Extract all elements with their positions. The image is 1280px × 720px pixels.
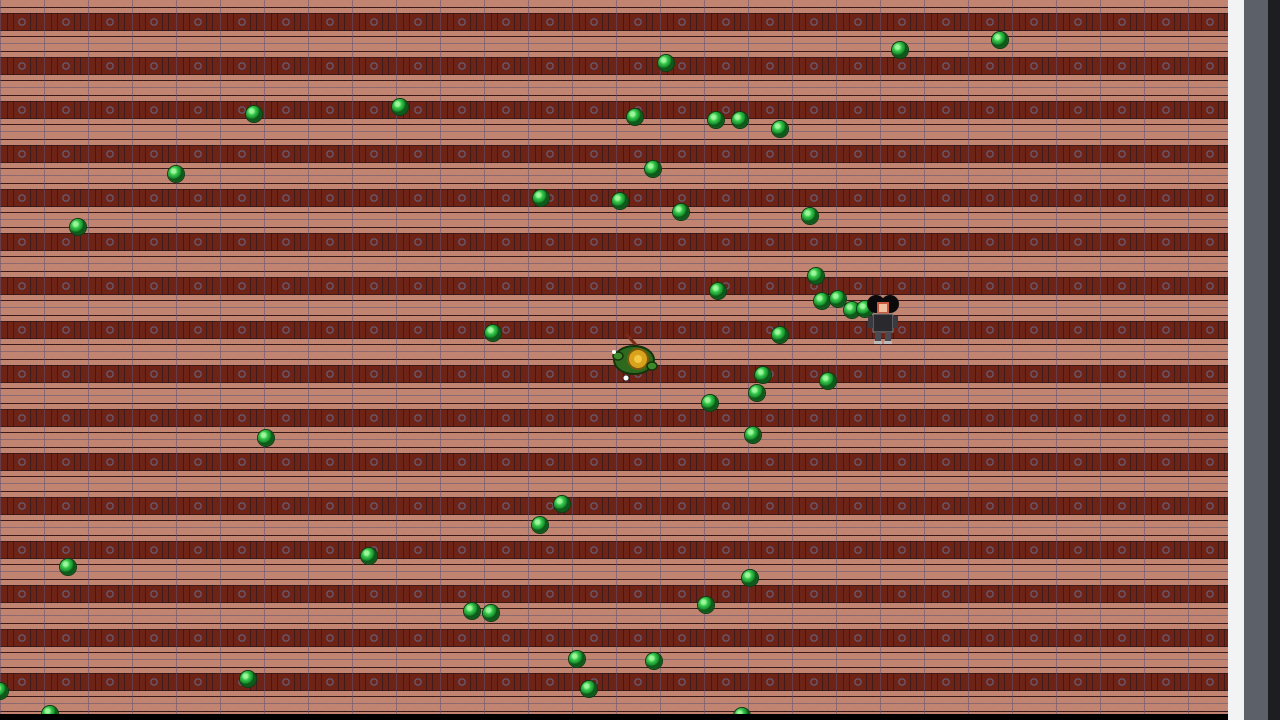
green-gem-icon[interactable] bbox=[742, 570, 758, 586]
green-gem-icon[interactable] bbox=[745, 427, 761, 443]
green-gem-icon[interactable] bbox=[42, 706, 58, 714]
green-gem-icon[interactable] bbox=[802, 208, 818, 224]
green-gem-icon[interactable] bbox=[710, 283, 726, 299]
green-gem-icon[interactable] bbox=[485, 325, 501, 341]
green-gem-icon[interactable] bbox=[240, 671, 256, 687]
green-gem-icon[interactable] bbox=[258, 430, 274, 446]
green-gem-icon[interactable] bbox=[70, 219, 86, 235]
green-gem-icon[interactable] bbox=[992, 32, 1008, 48]
green-gem-icon[interactable] bbox=[732, 112, 748, 128]
green-gem-icon[interactable] bbox=[554, 496, 570, 512]
green-gem-icon[interactable] bbox=[772, 121, 788, 137]
green-gem-icon[interactable] bbox=[755, 367, 771, 383]
bottom-border bbox=[0, 714, 1228, 720]
green-gem-icon[interactable] bbox=[749, 385, 765, 401]
green-gem-icon[interactable] bbox=[483, 605, 499, 621]
green-gem-icon[interactable] bbox=[820, 373, 836, 389]
green-gem-icon[interactable] bbox=[808, 268, 824, 284]
green-gem-icon[interactable] bbox=[581, 681, 597, 697]
game-viewport[interactable] bbox=[0, 0, 1228, 714]
green-gem-icon[interactable] bbox=[60, 559, 76, 575]
green-gem-icon[interactable] bbox=[646, 653, 662, 669]
green-gem-icon[interactable] bbox=[0, 683, 8, 699]
green-gem-icon[interactable] bbox=[569, 651, 585, 667]
green-gem-icon[interactable] bbox=[645, 161, 661, 177]
green-gem-icon[interactable] bbox=[673, 204, 689, 220]
green-gem-icon[interactable] bbox=[698, 597, 714, 613]
green-gem-icon[interactable] bbox=[168, 166, 184, 182]
green-gem-icon[interactable] bbox=[702, 395, 718, 411]
right-frame-edge bbox=[1268, 0, 1280, 720]
green-gem-icon[interactable] bbox=[532, 517, 548, 533]
green-gem-icon[interactable] bbox=[658, 55, 674, 71]
green-gem-icon[interactable] bbox=[830, 291, 846, 307]
right-frame-panel bbox=[1244, 0, 1268, 720]
green-gem-icon[interactable] bbox=[464, 603, 480, 619]
green-gem-icon[interactable] bbox=[708, 112, 724, 128]
green-gem-icon[interactable] bbox=[612, 193, 628, 209]
npc-character-icon[interactable] bbox=[862, 294, 904, 346]
green-gem-icon[interactable] bbox=[892, 42, 908, 58]
right-frame-highlight bbox=[1228, 0, 1244, 720]
green-gem-icon[interactable] bbox=[814, 293, 830, 309]
green-gem-icon[interactable] bbox=[392, 99, 408, 115]
player-character-icon[interactable] bbox=[606, 330, 662, 386]
green-gem-icon[interactable] bbox=[533, 190, 549, 206]
green-gem-icon[interactable] bbox=[361, 548, 377, 564]
green-gem-icon[interactable] bbox=[627, 109, 643, 125]
green-gem-icon[interactable] bbox=[246, 106, 262, 122]
green-gem-icon[interactable] bbox=[772, 327, 788, 343]
